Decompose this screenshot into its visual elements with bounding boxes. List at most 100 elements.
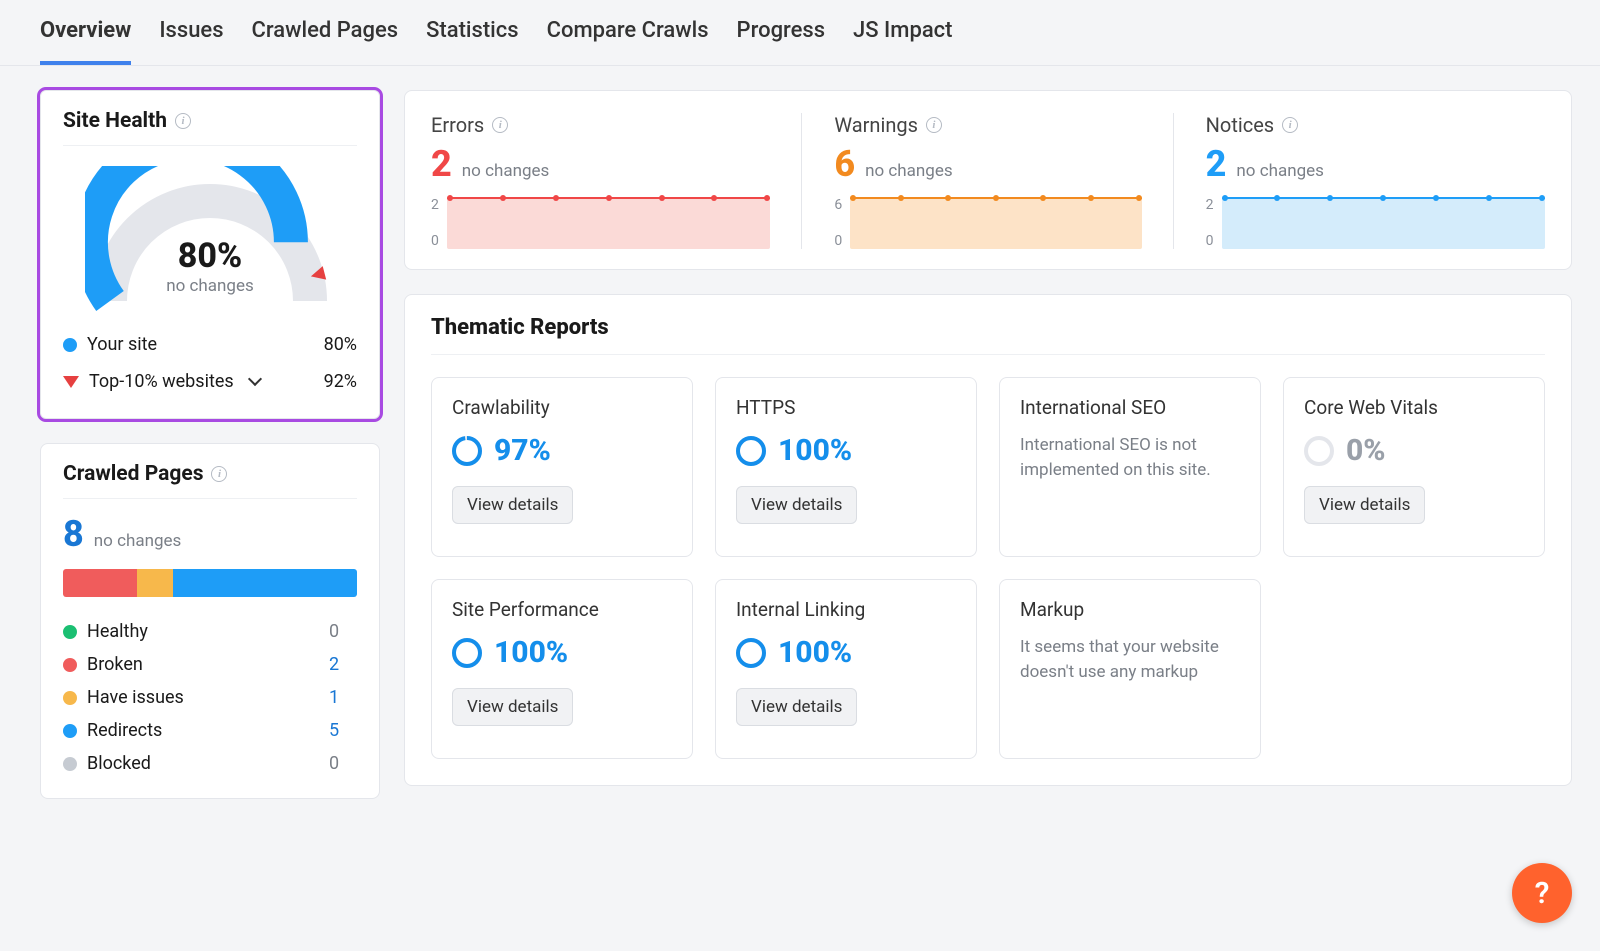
view-details-button[interactable]: View details [452, 688, 573, 726]
metric-title[interactable]: Warnings [834, 113, 918, 137]
crawled-pages-bar [63, 569, 357, 597]
view-details-button[interactable]: View details [452, 486, 573, 524]
report-title: Site Performance [452, 598, 672, 621]
crawled-row[interactable]: Have issues 1 [63, 681, 357, 714]
dot-icon [63, 691, 77, 705]
site-health-card: Site Health i 80% no changes [40, 90, 380, 419]
site-health-sub: no changes [85, 276, 335, 296]
report-pct-row: 0% [1304, 433, 1524, 468]
bar-segment [137, 569, 174, 597]
report-percent: 100% [778, 635, 852, 670]
site-health-percent: 80% [85, 236, 335, 276]
report-title: HTTPS [736, 396, 956, 419]
axis-label: 2 [1206, 197, 1214, 213]
help-button[interactable]: ? [1512, 863, 1572, 923]
triangle-down-icon [63, 376, 79, 388]
report-title: Internal Linking [736, 598, 956, 621]
crawled-row-label: Have issues [87, 687, 184, 708]
crawled-pages-total[interactable]: 8 [63, 513, 84, 555]
legend-label: Top-10% websites [89, 371, 234, 392]
crawled-row[interactable]: Healthy0 [63, 615, 357, 648]
sparkline [1222, 197, 1545, 249]
report-international-seo: International SEOInternational SEO is no… [999, 377, 1261, 557]
tab-progress[interactable]: Progress [737, 18, 826, 65]
bar-segment [63, 569, 137, 597]
tab-statistics[interactable]: Statistics [426, 18, 519, 65]
view-details-button[interactable]: View details [736, 486, 857, 524]
crawled-row-value: 0 [329, 753, 357, 774]
report-title: Crawlability [452, 396, 672, 419]
dot-icon [63, 724, 77, 738]
crawled-row[interactable]: Broken 2 [63, 648, 357, 681]
report-note: International SEO is not implemented on … [1020, 433, 1240, 482]
metric-value[interactable]: 2 [431, 143, 452, 185]
report-pct-row: 100% [736, 433, 956, 468]
report-markup: Markup It seems that your website doesn't… [999, 579, 1261, 759]
axis-label: 0 [834, 233, 842, 249]
tab-issues[interactable]: Issues [159, 18, 223, 65]
legend-top10[interactable]: Top-10% websites 92% [63, 363, 357, 400]
metric-sub: no changes [462, 161, 550, 181]
site-health-title: Site Health [63, 109, 167, 133]
report-percent: 100% [778, 433, 852, 468]
crawled-row-label: Healthy [87, 621, 148, 642]
axis-label: 2 [431, 197, 439, 213]
axis-label: 6 [834, 197, 842, 213]
dot-icon [63, 625, 77, 639]
axis-label: 0 [431, 233, 439, 249]
crawled-row-label: Blocked [87, 753, 151, 774]
crawled-row-value[interactable]: 5 [329, 720, 357, 741]
metrics-card: Errorsi 2no changes 20 Warningsi 6no cha… [404, 90, 1572, 270]
tab-overview[interactable]: Overview [40, 18, 131, 65]
metric-warnings: Warningsi 6no changes 60 [802, 113, 1173, 249]
crawled-row-label: Redirects [87, 720, 162, 741]
report-crawlability: Crawlability 97% View details [431, 377, 693, 557]
tab-js-impact[interactable]: JS Impact [853, 18, 952, 65]
legend-value: 92% [324, 371, 357, 392]
legend-your-site: Your site 80% [63, 326, 357, 363]
info-icon[interactable]: i [211, 466, 227, 482]
bar-segment [173, 569, 357, 597]
tab-compare-crawls[interactable]: Compare Crawls [547, 18, 709, 65]
sparkline [850, 197, 1141, 249]
report-note: It seems that your website doesn't use a… [1020, 635, 1240, 684]
legend-value: 80% [324, 334, 357, 355]
site-health-gauge: 80% no changes [85, 166, 335, 316]
metric-notices: Noticesi 2no changes 20 [1174, 113, 1545, 249]
report-site-performance: Site Performance 100% View details [431, 579, 693, 759]
metric-errors: Errorsi 2 no changes 2 0 [431, 113, 802, 249]
legend-label: Your site [87, 334, 157, 355]
metric-value[interactable]: 6 [834, 143, 855, 185]
thematic-card: Thematic Reports Crawlability97%View det… [404, 294, 1572, 786]
report-title: Markup [1020, 598, 1240, 621]
tabs: Overview Issues Crawled Pages Statistics Com… [0, 0, 1600, 66]
report-https: HTTPS 100% View details [715, 377, 977, 557]
report-pct-row: 97% [452, 433, 672, 468]
tab-crawled-pages[interactable]: Crawled Pages [252, 18, 399, 65]
chevron-down-icon [248, 371, 262, 385]
crawled-row-value[interactable]: 2 [329, 654, 357, 675]
report-percent: 100% [494, 635, 568, 670]
crawled-row[interactable]: Blocked 0 [63, 747, 357, 780]
info-icon[interactable]: i [492, 117, 508, 133]
report-percent: 0% [1346, 433, 1386, 468]
metric-sub: no changes [1236, 161, 1324, 181]
info-icon[interactable]: i [926, 117, 942, 133]
info-icon[interactable]: i [175, 113, 191, 129]
metric-value[interactable]: 2 [1206, 143, 1227, 185]
view-details-button[interactable]: View details [1304, 486, 1425, 524]
report-pct-row: 100% [736, 635, 956, 670]
info-icon[interactable]: i [1282, 117, 1298, 133]
report-pct-row: 100% [452, 635, 672, 670]
dot-icon [63, 338, 77, 352]
view-details-button[interactable]: View details [736, 688, 857, 726]
crawled-pages-sub: no changes [94, 531, 182, 551]
dot-icon [63, 658, 77, 672]
crawled-row[interactable]: Redirects 5 [63, 714, 357, 747]
crawled-row-label: Broken [87, 654, 143, 675]
metric-title[interactable]: Notices [1206, 113, 1274, 137]
report-internal-linking: Internal Linking 100% View details [715, 579, 977, 759]
crawled-row-value[interactable]: 1 [329, 687, 357, 708]
metric-title[interactable]: Errors [431, 113, 484, 137]
crawled-pages-card: Crawled Pages i 8 no changes Healthy0Bro… [40, 443, 380, 799]
